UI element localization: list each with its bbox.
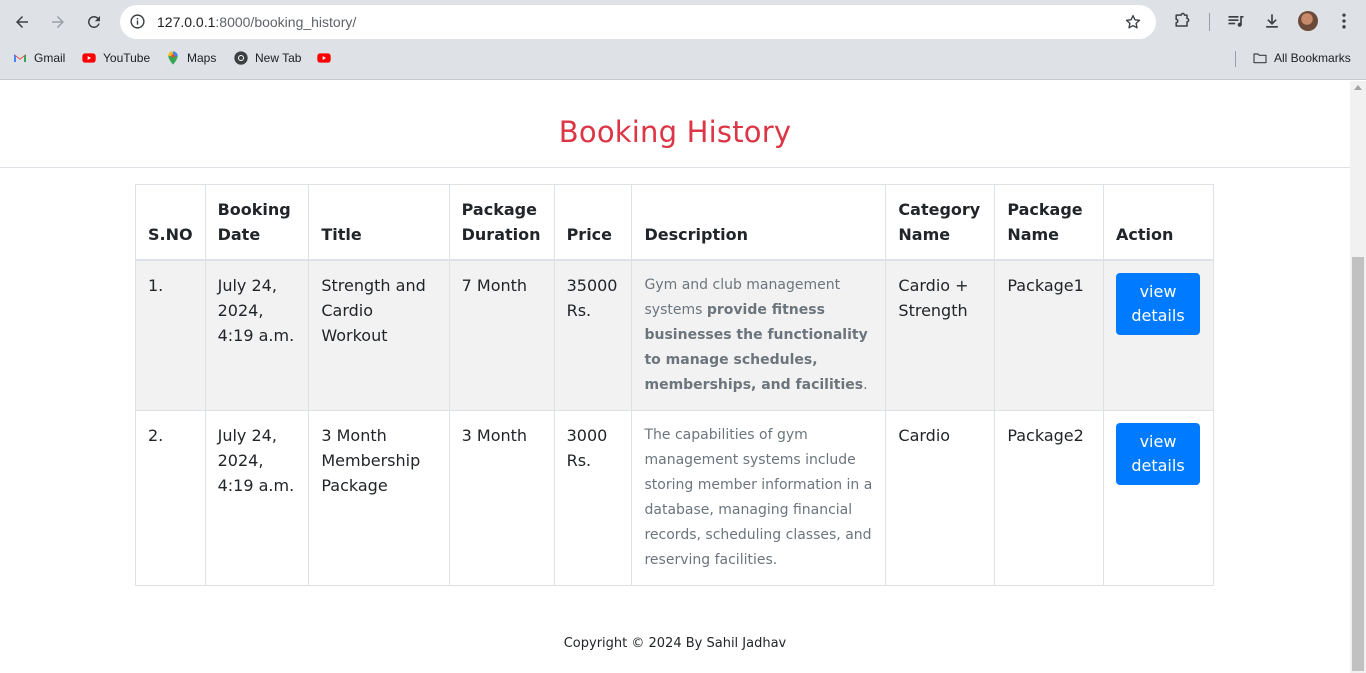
bookmarks-divider	[1235, 51, 1236, 67]
header-text: Duration	[461, 225, 541, 244]
address-bar[interactable]: 127.0.0.1:8000/booking_history/	[120, 5, 1156, 39]
bookmark-new-tab[interactable]: New Tab	[233, 50, 301, 66]
header-title: Title	[308, 184, 450, 261]
browser-menu-button[interactable]	[1333, 10, 1355, 32]
cell-action: view details	[1103, 259, 1214, 411]
header-text: Booking	[217, 200, 291, 219]
puzzle-icon	[1175, 12, 1190, 27]
forward-button[interactable]	[45, 9, 71, 35]
gmail-icon	[14, 54, 26, 62]
all-bookmarks-label: All Bookmarks	[1274, 51, 1351, 65]
cell-sno: 2.	[135, 410, 206, 586]
page-content: Booking History S.NO Booking Date Title P…	[0, 81, 1350, 673]
bookmark-youtube[interactable]: YouTube	[81, 50, 150, 66]
header-text: Action	[1116, 225, 1174, 244]
page-title: Booking History	[558, 115, 792, 149]
header-price: Price	[553, 184, 633, 261]
profile-avatar[interactable]	[1298, 11, 1318, 31]
bookmark-star-icon[interactable]	[1124, 13, 1142, 31]
media-controls-button[interactable]	[1225, 10, 1247, 32]
maps-icon	[168, 51, 178, 65]
cell-sno: 1.	[135, 259, 206, 411]
view-details-button[interactable]: view details	[1116, 423, 1200, 485]
cell-duration: 3 Month	[448, 410, 555, 586]
bookmarks-bar: Gmail YouTube Maps New Tab All Bookmarks	[0, 46, 1366, 72]
bookmark-maps[interactable]: Maps	[165, 50, 216, 66]
header-booking-date: Booking Date	[204, 184, 310, 261]
description-tail: .	[863, 377, 868, 393]
bookmark-gmail[interactable]: Gmail	[12, 50, 65, 66]
site-info-icon[interactable]	[129, 13, 146, 30]
bookmark-label: Gmail	[34, 51, 66, 65]
table-header-row: S.NO Booking Date Title Package Duration P…	[135, 184, 1214, 261]
scrollbar-thumb[interactable]	[1352, 257, 1364, 671]
header-description: Description	[631, 184, 887, 261]
header-text: Date	[217, 225, 261, 244]
footer-copyright: Copyright © 2024 By Sahil Jadhav	[563, 636, 787, 651]
header-text: Description	[644, 225, 748, 244]
url-host: 127.0.0.1	[157, 14, 216, 30]
cell-title: Strength and Cardio Workout	[308, 259, 450, 411]
extensions-button[interactable]	[1171, 10, 1193, 32]
youtube-icon	[82, 53, 96, 63]
reload-button[interactable]	[81, 9, 107, 35]
url-path: :8000/booking_history/	[215, 14, 357, 30]
cell-title: 3 Month Membership Package	[308, 410, 450, 586]
cell-booking-date: July 24, 2024, 4:19 a.m.	[204, 410, 310, 586]
cell-description: Gym and club management systems provide …	[631, 259, 887, 411]
header-text: Category	[898, 200, 981, 219]
back-arrow-icon	[16, 16, 28, 28]
downloads-button[interactable]	[1261, 10, 1283, 32]
cell-package: Package1	[994, 259, 1104, 411]
url-text[interactable]: 127.0.0.1:8000/booking_history/	[157, 14, 356, 30]
download-icon	[1266, 14, 1278, 28]
header-text: S.NO	[148, 225, 193, 244]
cell-category: Cardio	[885, 410, 996, 586]
cell-action: view details	[1103, 410, 1214, 586]
header-text: Name	[1007, 225, 1060, 244]
table-row: 1. July 24, 2024, 4:19 a.m. Strength and…	[135, 259, 1214, 411]
toolbar-divider	[1209, 13, 1210, 31]
cell-description: The capabilities of gym management syste…	[631, 410, 887, 586]
cell-booking-date: July 24, 2024, 4:19 a.m.	[204, 259, 310, 411]
table-row: 2. July 24, 2024, 4:19 a.m. 3 Month Memb…	[135, 410, 1214, 586]
header-text: Package	[461, 200, 537, 219]
header-package-name: Package Name	[994, 184, 1104, 261]
header-text: Package	[1007, 200, 1083, 219]
header-text: Name	[898, 225, 951, 244]
chrome-icon	[234, 51, 248, 65]
back-button[interactable]	[9, 9, 35, 35]
view-details-button[interactable]: view details	[1116, 273, 1200, 335]
cell-price: 35000 Rs.	[553, 259, 633, 411]
bookmark-youtube-2[interactable]	[316, 50, 332, 66]
cell-category: Cardio + Strength	[885, 259, 996, 411]
scroll-up-arrow-icon[interactable]	[1354, 85, 1362, 90]
youtube-icon	[317, 53, 331, 63]
cell-price: 3000 Rs.	[553, 410, 633, 586]
reload-icon	[88, 15, 100, 28]
header-category-name: Category Name	[885, 184, 996, 261]
kebab-menu-icon	[1342, 13, 1346, 29]
bookmark-label: Maps	[187, 51, 217, 65]
header-sno: S.NO	[135, 184, 206, 261]
all-bookmarks[interactable]: All Bookmarks	[1252, 50, 1351, 66]
header-text: Price	[566, 225, 613, 244]
booking-history-table: S.NO Booking Date Title Package Duration P…	[135, 184, 1214, 586]
folder-icon	[1253, 53, 1267, 64]
header-text: Title	[321, 225, 362, 244]
title-divider	[0, 167, 1350, 168]
description-text: The capabilities of gym management syste…	[644, 427, 873, 568]
cell-package: Package2	[994, 410, 1104, 586]
page-scrollbar[interactable]	[1350, 81, 1366, 673]
browser-toolbar: 127.0.0.1:8000/booking_history/ Gmail Yo…	[0, 0, 1366, 80]
forward-arrow-icon	[52, 16, 64, 28]
playlist-icon	[1228, 16, 1244, 27]
cell-duration: 7 Month	[448, 259, 555, 411]
header-action: Action	[1103, 184, 1214, 261]
bookmark-label: YouTube	[103, 51, 151, 65]
header-package-duration: Package Duration	[448, 184, 555, 261]
bookmark-label: New Tab	[255, 51, 302, 65]
